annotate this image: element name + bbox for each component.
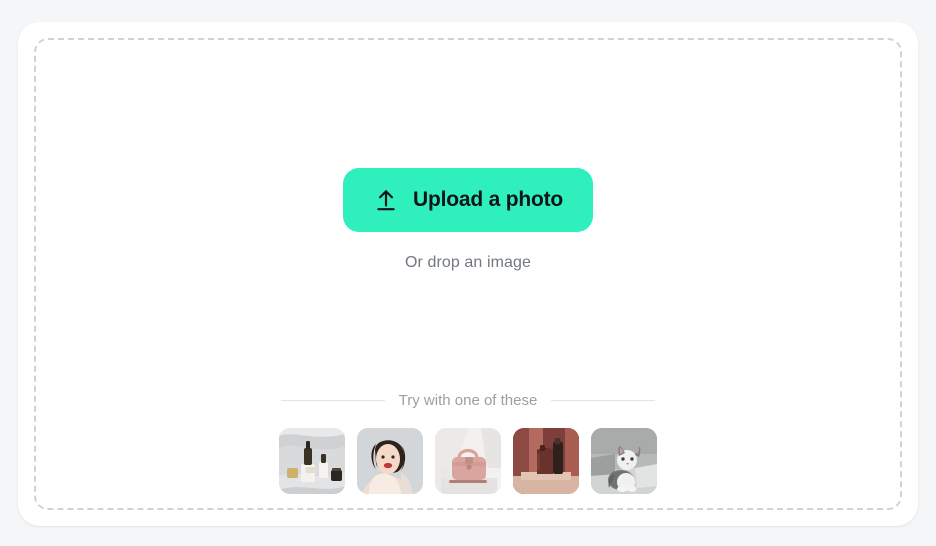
sample-thumbnail-pink-handbag[interactable] — [435, 428, 501, 494]
upload-photo-button-label: Upload a photo — [412, 188, 563, 211]
sample-images-section: Try with one of these — [36, 392, 900, 494]
divider-right — [551, 400, 656, 401]
sample-thumbnail-row — [279, 428, 657, 494]
drop-image-hint: Or drop an image — [404, 254, 532, 271]
sample-thumbnail-cosmetic-tubes[interactable] — [513, 428, 579, 494]
upload-photo-button[interactable]: Upload a photo — [342, 168, 593, 232]
sample-images-heading: Try with one of these — [36, 392, 900, 409]
sample-thumbnail-skincare-bottles[interactable] — [279, 428, 345, 494]
upload-arrow-icon — [373, 187, 399, 213]
sample-images-label: Try with one of these — [398, 392, 538, 409]
upload-card: Upload a photo Or drop an image Try with… — [18, 22, 918, 526]
divider-left — [280, 400, 385, 401]
sample-thumbnail-woman-portrait[interactable] — [357, 428, 423, 494]
upload-cta-block: Upload a photo Or drop an image — [36, 168, 900, 272]
page-root: Upload a photo Or drop an image Try with… — [0, 0, 936, 546]
image-dropzone[interactable]: Upload a photo Or drop an image Try with… — [34, 38, 902, 510]
sample-thumbnail-grey-cat[interactable] — [591, 428, 657, 494]
